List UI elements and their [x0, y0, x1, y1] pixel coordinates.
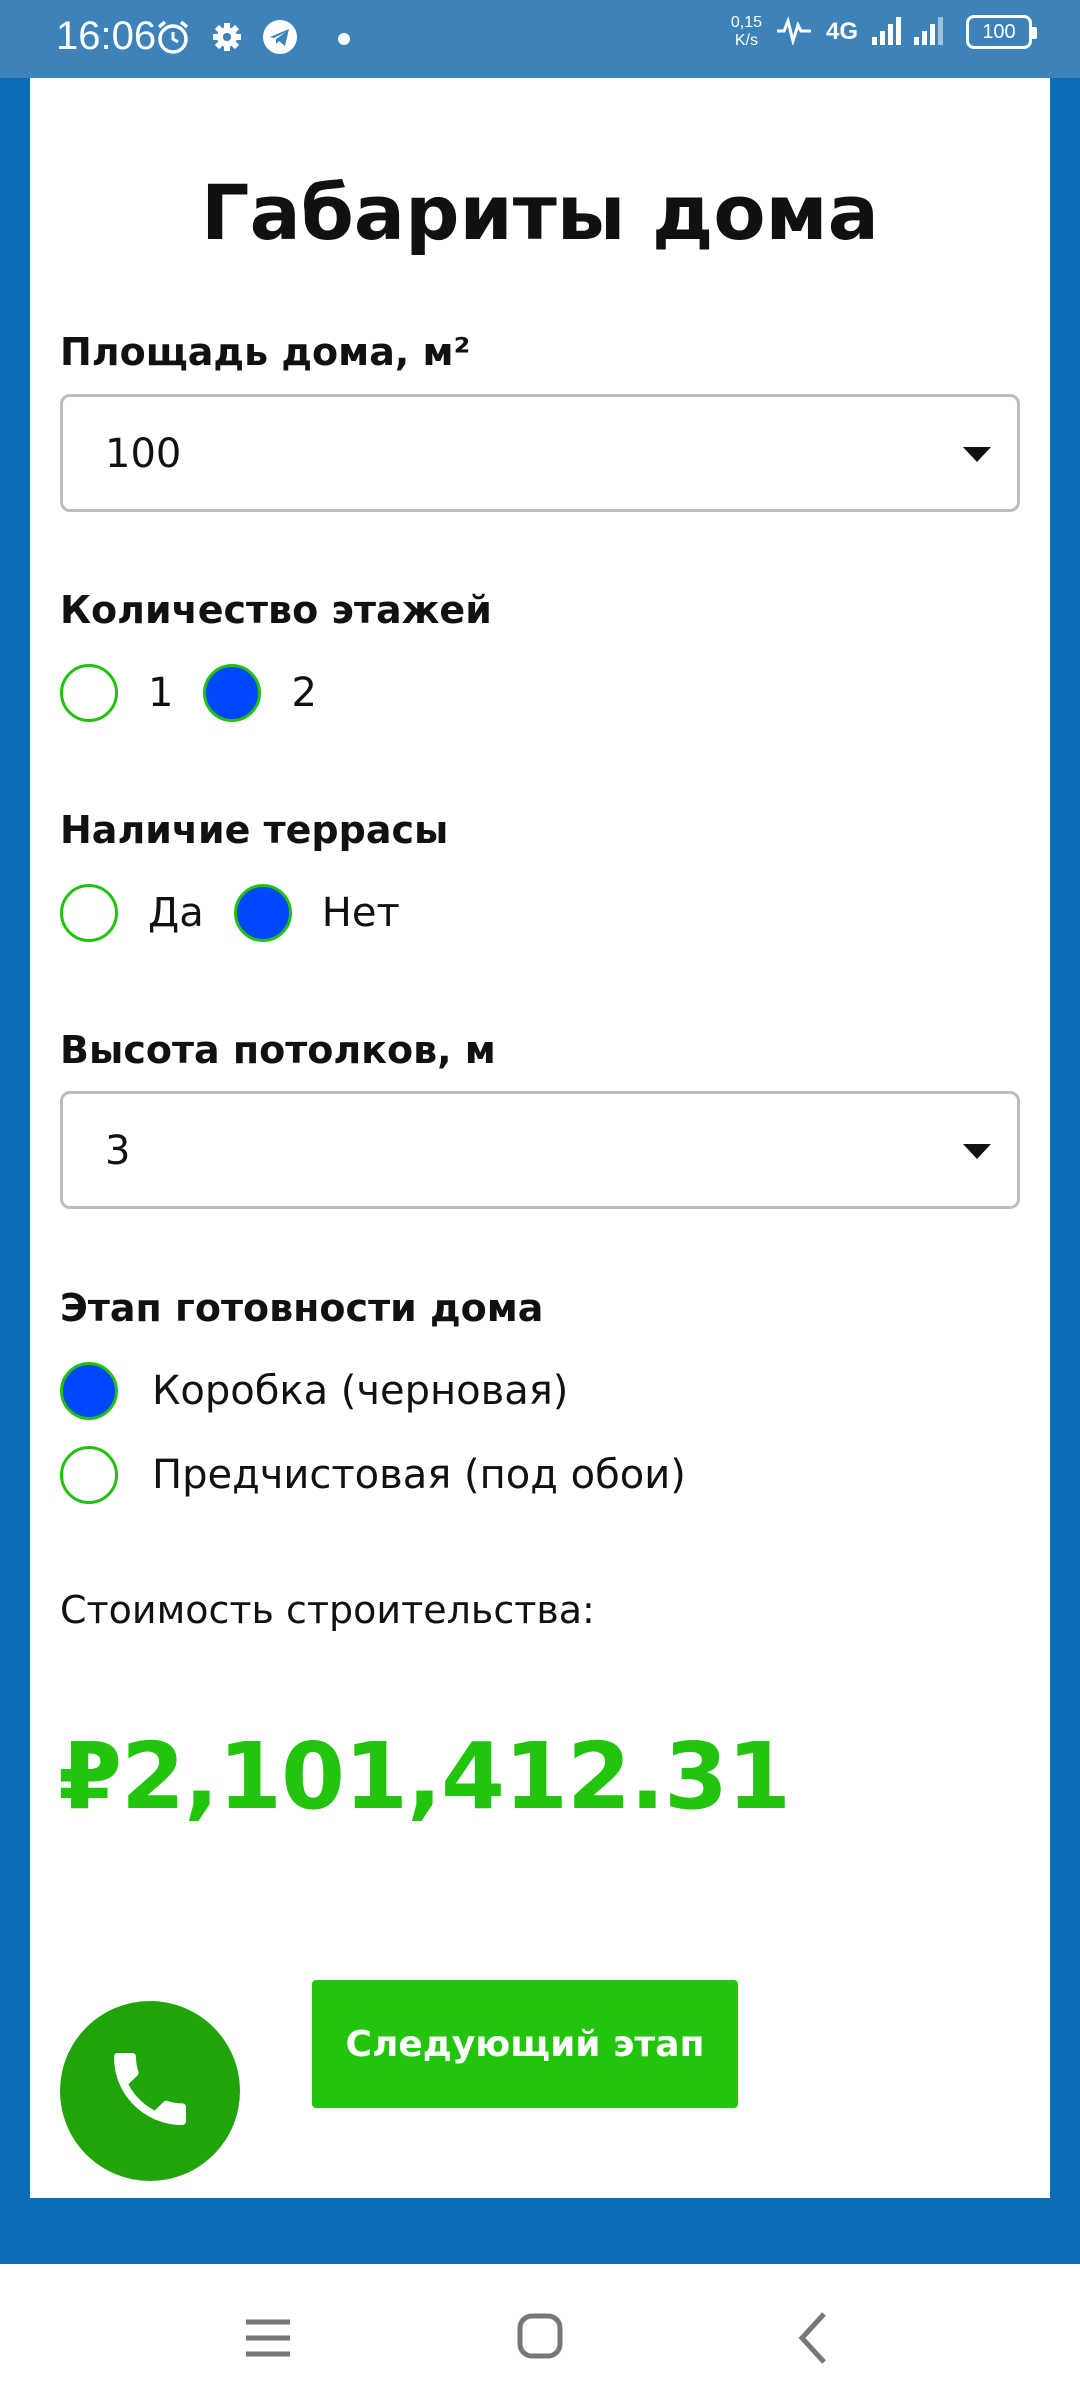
floors-option-1-label: 1 [148, 670, 174, 716]
terrace-label: Наличие террасы [60, 808, 449, 852]
terrace-option-no-label: Нет [321, 890, 400, 936]
network-type: 4G [825, 18, 858, 45]
terrace-radio-no[interactable] [233, 884, 292, 942]
terrace-radio-group: Да Нет [60, 884, 430, 942]
ceiling-select-value: 3 [105, 1128, 131, 1174]
phone-icon [102, 2041, 198, 2141]
ceiling-label: Высота потолков, м [60, 1028, 496, 1072]
stage-option-rough-label: Коробка (черновая) [152, 1368, 569, 1414]
battery-icon: 100 [966, 15, 1037, 49]
area-label: Площадь дома, м² [60, 330, 471, 374]
terrace-option-yes-label: Да [148, 890, 204, 936]
ceiling-select[interactable]: 3 [60, 1091, 1020, 1209]
stage-label: Этап готовности дома [60, 1286, 544, 1330]
stage-option-prefinish: Предчистовая (под обои) [60, 1446, 716, 1504]
stage-option-prefinish-label: Предчистовая (под обои) [152, 1452, 686, 1498]
home-icon[interactable] [512, 2308, 572, 2368]
next-step-button[interactable]: Следующий этап [312, 1980, 738, 2108]
stage-option-rough: Коробка (черновая) [60, 1362, 598, 1420]
floors-radio-1[interactable] [60, 664, 118, 722]
signal-icon [872, 15, 952, 49]
back-icon[interactable] [784, 2308, 844, 2368]
alarm-icon [154, 18, 192, 60]
cost-value: ₽2,101,412.31 [58, 1723, 791, 1830]
area-select[interactable]: 100 [60, 394, 1020, 512]
notification-dot-icon [338, 33, 350, 45]
call-button[interactable] [60, 2001, 240, 2181]
net-speed: 0,15 K/s [730, 14, 762, 49]
floors-option-2-label: 2 [291, 670, 317, 716]
area-select-value: 100 [105, 431, 182, 477]
status-bar: 16:06 0,15 K/s 4G 100 [0, 0, 1080, 78]
stage-radio-prefinish[interactable] [60, 1446, 118, 1504]
menu-icon[interactable] [240, 2308, 300, 2368]
chevron-down-icon [963, 1144, 991, 1159]
page-title: Габариты дома [201, 168, 879, 257]
floors-radio-group: 1 2 [60, 664, 347, 722]
telegram-icon [262, 19, 298, 59]
floors-label: Количество этажей [60, 588, 492, 632]
gear-icon [210, 20, 244, 58]
floors-radio-2[interactable] [203, 664, 262, 722]
chevron-down-icon [963, 447, 991, 462]
cost-label: Стоимость строительства: [60, 1588, 595, 1632]
terrace-radio-yes[interactable] [60, 884, 118, 942]
status-time: 16:06 [56, 14, 157, 58]
activity-icon [776, 15, 812, 49]
system-nav-bar [0, 2264, 1080, 2408]
calculator-card: Габариты дома Площадь дома, м² 100 Колич… [30, 78, 1050, 2198]
stage-radio-rough[interactable] [60, 1362, 118, 1420]
